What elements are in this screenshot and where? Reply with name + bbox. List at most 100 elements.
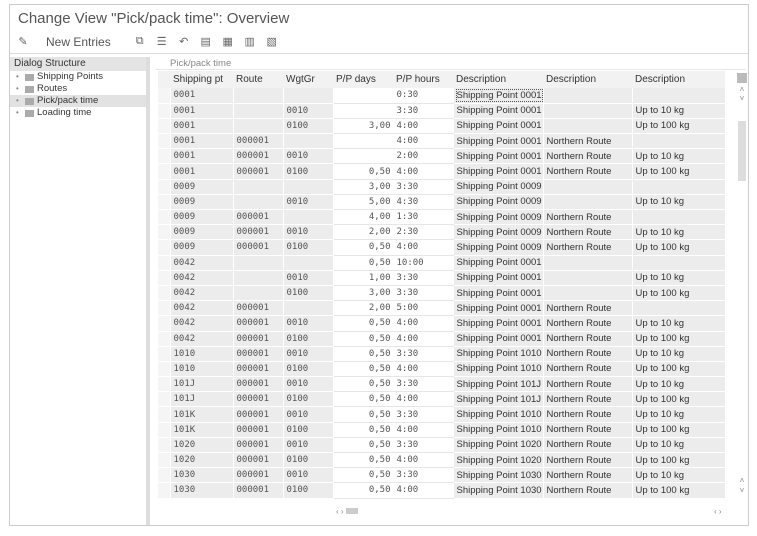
column-header[interactable]: Route	[233, 71, 283, 88]
row-selector[interactable]	[158, 452, 171, 469]
cell-pp-hours[interactable]: 3:30	[393, 270, 454, 286]
row-selector[interactable]	[158, 133, 171, 150]
row-selector[interactable]	[158, 163, 171, 180]
cell-pp-hours[interactable]: 0:30	[393, 88, 454, 104]
scroll-down-icon[interactable]: ˅	[736, 94, 748, 103]
row-selector[interactable]	[158, 482, 171, 499]
cell-pp-hours[interactable]: 4:00	[393, 422, 454, 438]
row-selector[interactable]	[158, 467, 171, 484]
delete-icon[interactable]: ☰	[155, 35, 169, 48]
tree-item[interactable]: • Loading time	[10, 107, 146, 119]
cell-pp-hours[interactable]: 2:00	[393, 148, 454, 165]
tree-item[interactable]: • Routes	[10, 83, 146, 95]
cell-pp-days[interactable]: 0,50	[333, 467, 394, 484]
row-selector[interactable]	[158, 315, 171, 332]
row-selector[interactable]	[158, 209, 171, 226]
cell-pp-hours[interactable]: 4:00	[393, 331, 454, 347]
cell-pp-hours[interactable]: 2:30	[393, 224, 454, 241]
cell-pp-hours[interactable]: 3:30	[393, 437, 454, 454]
row-selector[interactable]	[158, 406, 171, 423]
tree-item[interactable]: • Pick/pack time	[10, 95, 146, 107]
horizontal-scrollbar-left[interactable]: ‹ ›	[336, 507, 358, 516]
cell-pp-days[interactable]: 1,00	[333, 270, 394, 286]
cell-pp-hours[interactable]: 10:00	[393, 255, 454, 271]
column-header[interactable]: Description	[543, 71, 632, 88]
undo-icon[interactable]: ↶	[177, 35, 191, 48]
cell-pp-hours[interactable]: 4:00	[393, 133, 454, 150]
cell-pp-hours[interactable]: 4:00	[393, 452, 454, 469]
cell-pp-days[interactable]: 0,50	[333, 163, 394, 180]
table-settings-icon[interactable]	[737, 73, 747, 83]
row-selector[interactable]	[158, 255, 171, 271]
vertical-scrollbar[interactable]: ˄ ˅ ˄ ˅	[736, 71, 748, 501]
cell-pp-days[interactable]: 0,50	[333, 315, 394, 332]
cell-pp-days[interactable]: 0,50	[333, 437, 394, 454]
new-entries-button[interactable]: New Entries	[46, 35, 111, 49]
cell-pp-hours[interactable]: 4:00	[393, 482, 454, 499]
horizontal-scrollbar-right[interactable]: ‹ ›	[714, 507, 722, 516]
cell-pp-days[interactable]: 3,00	[333, 285, 394, 302]
cell-pp-hours[interactable]: 4:00	[393, 391, 454, 408]
cell-pp-days[interactable]: 0,50	[333, 376, 394, 393]
cell-pp-days[interactable]: 4,00	[333, 209, 394, 226]
glasses-pencil-icon[interactable]: ✎	[16, 35, 30, 48]
row-selector[interactable]	[158, 331, 171, 347]
cell-pp-hours[interactable]: 3:30	[393, 285, 454, 302]
cell-pp-days[interactable]: 0,50	[333, 482, 394, 499]
cell-pp-hours[interactable]: 3:30	[393, 467, 454, 484]
scroll-thumb[interactable]	[738, 121, 746, 181]
cell-pp-days[interactable]: 0,50	[333, 391, 394, 408]
cell-pp-days[interactable]	[333, 88, 394, 104]
row-selector[interactable]	[158, 103, 171, 119]
cell-pp-hours[interactable]: 4:00	[393, 239, 454, 256]
row-selector[interactable]	[158, 148, 171, 165]
cell-pp-hours[interactable]: 4:00	[393, 315, 454, 332]
cell-pp-days[interactable]: 2,00	[333, 300, 394, 317]
row-selector[interactable]	[158, 437, 171, 454]
column-header[interactable]: P/P hours	[393, 71, 453, 88]
cell-pp-hours[interactable]: 3:30	[393, 103, 454, 119]
cell-pp-hours[interactable]: 3:30	[393, 346, 454, 362]
cell-pp-hours[interactable]: 3:30	[393, 406, 454, 423]
row-selector[interactable]	[158, 194, 171, 211]
cell-pp-days[interactable]: 3,00	[333, 179, 394, 195]
configure-icon[interactable]: ▧	[265, 35, 279, 48]
row-selector[interactable]	[158, 285, 171, 302]
row-selector[interactable]	[158, 270, 171, 286]
row-selector[interactable]	[158, 422, 171, 438]
cell-pp-days[interactable]: 0,50	[333, 255, 394, 271]
select-all-icon[interactable]: ▤	[199, 35, 213, 48]
cell-pp-days[interactable]: 0,50	[333, 239, 394, 256]
cell-pp-days[interactable]	[333, 148, 394, 165]
column-header[interactable]: Description	[453, 71, 543, 88]
cell-pp-hours[interactable]: 4:00	[393, 361, 454, 378]
scroll-up-icon[interactable]: ˄	[736, 85, 748, 94]
scroll-up-icon[interactable]: ˄	[736, 476, 748, 485]
select-block-icon[interactable]: ▦	[221, 35, 235, 48]
scroll-down-icon[interactable]: ˅	[736, 486, 748, 495]
cell-pp-hours[interactable]: 3:30	[393, 179, 454, 195]
cell-pp-days[interactable]: 0,50	[333, 331, 394, 347]
column-header[interactable]: Description	[632, 71, 725, 88]
cell-pp-days[interactable]: 2,00	[333, 224, 394, 241]
row-selector[interactable]	[158, 224, 171, 241]
cell-pp-days[interactable]: 0,50	[333, 406, 394, 423]
row-selector[interactable]	[158, 346, 171, 362]
cell-pp-hours[interactable]: 1:30	[393, 209, 454, 226]
row-selector[interactable]	[158, 300, 171, 317]
copy-icon[interactable]: ⧉	[133, 35, 147, 48]
cell-pp-days[interactable]: 0,50	[333, 452, 394, 469]
cell-pp-days[interactable]: 3,00	[333, 118, 394, 135]
column-header[interactable]: P/P days	[333, 71, 393, 88]
cell-pp-days[interactable]: 5,00	[333, 194, 394, 211]
cell-pp-hours[interactable]: 4:00	[393, 163, 454, 180]
row-selector[interactable]	[158, 391, 171, 408]
cell-pp-hours[interactable]: 3:30	[393, 376, 454, 393]
cell-pp-days[interactable]: 0,50	[333, 422, 394, 438]
column-header[interactable]: WgtGr	[283, 71, 333, 88]
row-selector[interactable]	[158, 239, 171, 256]
cell-pp-hours[interactable]: 4:30	[393, 194, 454, 211]
cell-pp-hours[interactable]: 5:00	[393, 300, 454, 317]
deselect-all-icon[interactable]: ▥	[243, 35, 257, 48]
cell-pp-days[interactable]	[333, 133, 394, 150]
